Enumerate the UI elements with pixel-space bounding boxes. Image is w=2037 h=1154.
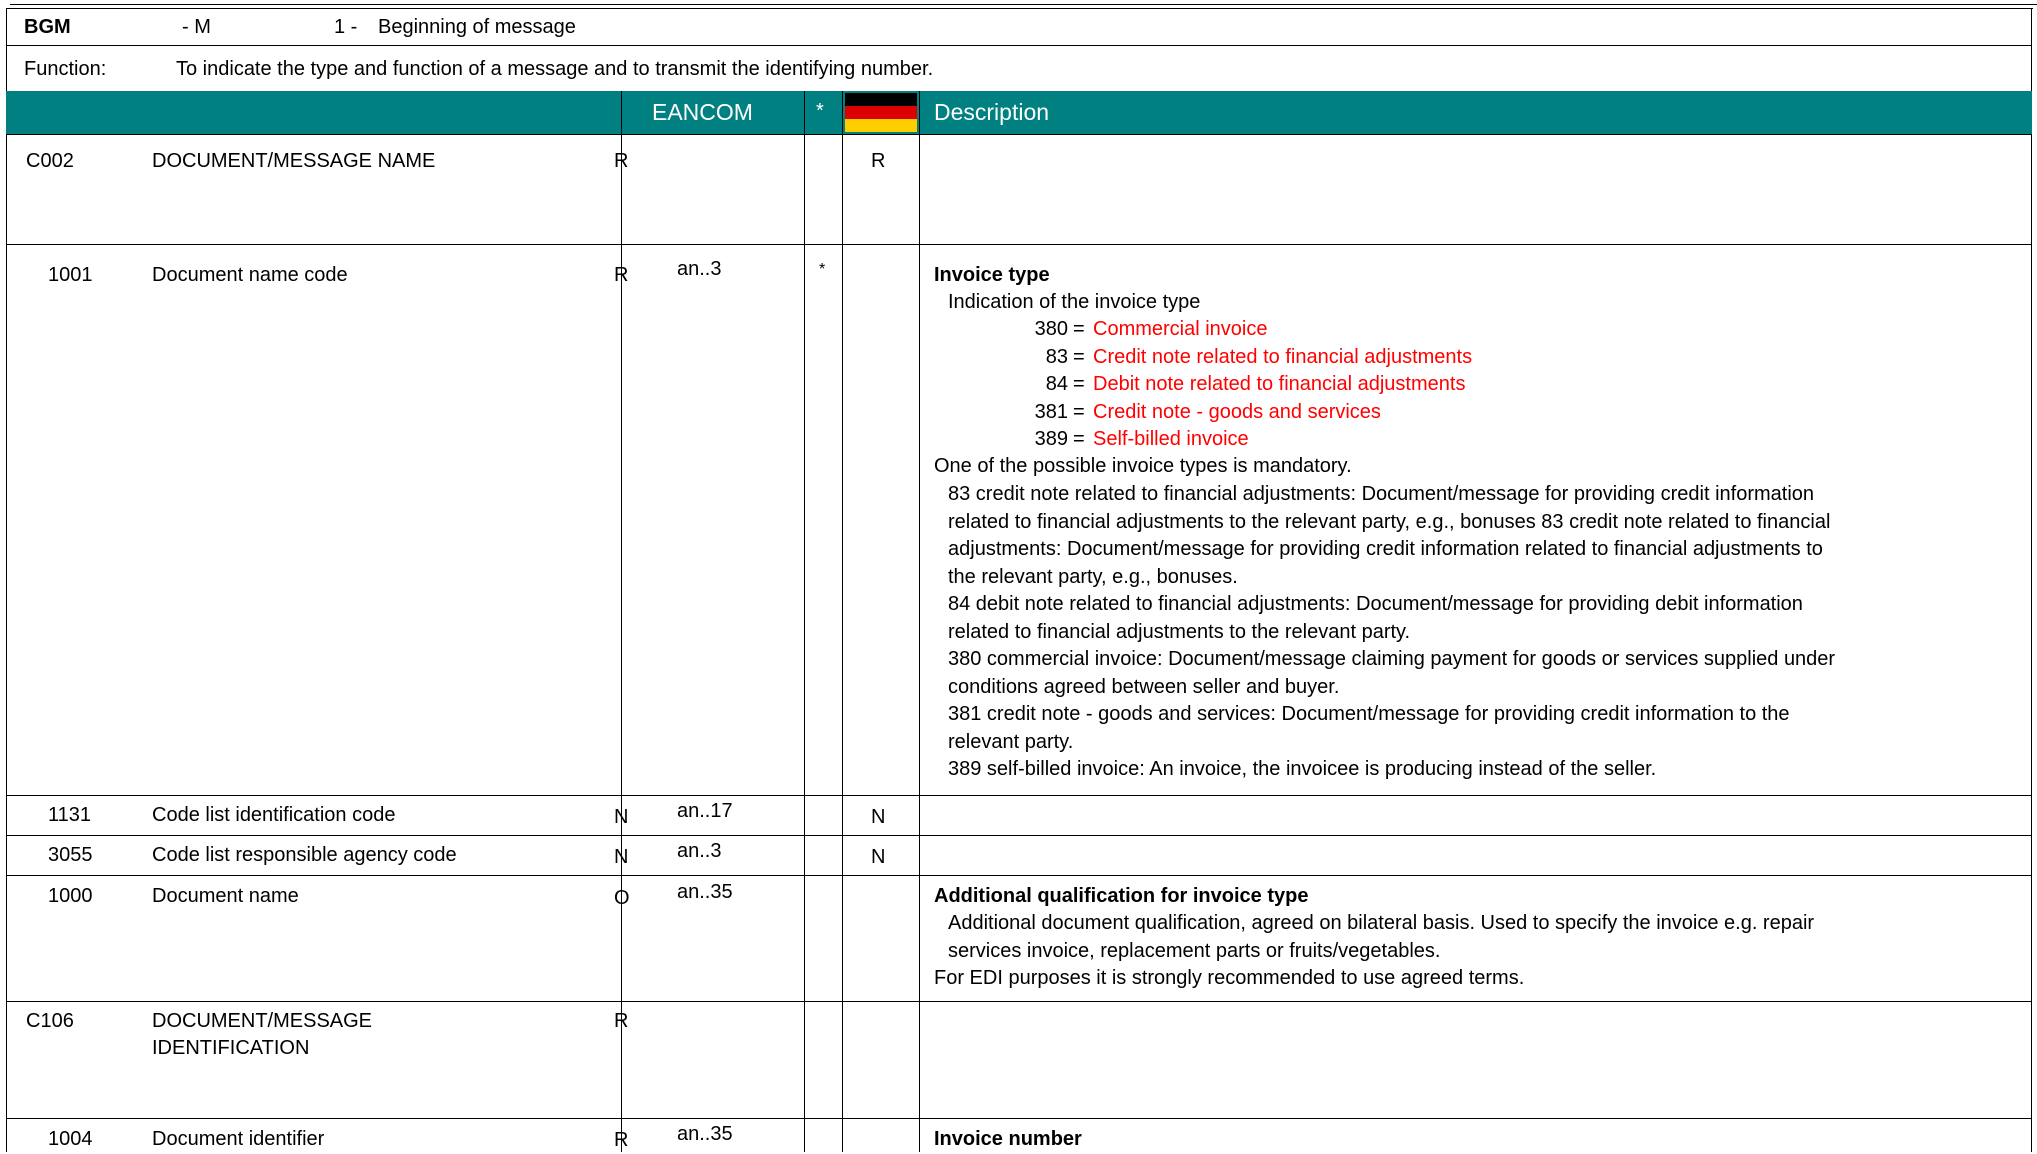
function-label: Function: xyxy=(24,58,107,80)
function-text: To indicate the type and function of a m… xyxy=(176,58,934,80)
code-label: Debit note related to financial adjustme… xyxy=(1093,373,1466,395)
german-flag-icon xyxy=(845,93,917,132)
desc-line: 84 debit note related to financial adjus… xyxy=(948,593,1803,615)
desc-title: Additional qualification for invoice typ… xyxy=(934,885,1309,907)
row-star: * xyxy=(819,261,826,278)
code-label: Credit note related to financial adjustm… xyxy=(1093,345,1473,368)
row-sep xyxy=(6,1001,2032,1002)
desc-line: relevant party. xyxy=(948,730,1074,753)
row-code: 1131 xyxy=(48,804,92,826)
col-line-eancom xyxy=(621,91,622,1152)
desc-line: adjustments: Document/message for provid… xyxy=(948,538,1823,560)
row-name: Document identifier xyxy=(152,1128,325,1150)
row-status: R xyxy=(614,1129,629,1151)
desc-line: 380 commercial invoice: Document/message… xyxy=(948,648,1836,670)
desc-title: Invoice type xyxy=(934,264,1050,286)
desc-line: 381 credit note - goods and services: Do… xyxy=(948,703,1790,725)
row-name: DOCUMENT/MESSAGE xyxy=(152,1010,373,1032)
row-status: O xyxy=(614,887,630,909)
desc-line: 83 credit note related to financial adju… xyxy=(948,483,1815,505)
row-status: R xyxy=(614,150,629,172)
row-code: 1000 xyxy=(48,885,93,907)
code-label: Self-billed invoice xyxy=(1093,428,1249,450)
row-sep xyxy=(6,795,2032,796)
segment-repeat: 1 - xyxy=(334,16,358,38)
desc-title: Invoice number xyxy=(934,1128,1082,1150)
row-code: 1001 xyxy=(48,264,93,286)
desc-line: related to financial adjustments to the … xyxy=(948,620,1411,643)
row-name-cont: IDENTIFICATION xyxy=(152,1037,310,1059)
header-eancom: EANCOM xyxy=(652,99,753,125)
row-format: an..3 xyxy=(677,258,722,280)
desc-line: Additional document qualification, agree… xyxy=(948,912,1815,934)
frame-top-line xyxy=(10,4,2037,5)
desc-line: conditions agreed between seller and buy… xyxy=(948,675,1340,698)
row-sep xyxy=(6,835,2032,836)
desc-line: services invoice, replacement parts or f… xyxy=(948,939,1441,962)
row-code: C106 xyxy=(26,1010,74,1032)
code-value: 389 xyxy=(1034,428,1068,450)
segment-name: Beginning of message xyxy=(378,16,576,38)
frame-right-line xyxy=(2031,8,2032,1152)
desc-note: One of the possible invoice types is man… xyxy=(934,455,1352,477)
row-de-status: N xyxy=(871,846,886,868)
col-line-desc xyxy=(919,91,920,1152)
segment-tag: BGM xyxy=(24,16,71,38)
row-status: R xyxy=(614,1010,629,1032)
row-code: 1004 xyxy=(48,1128,93,1150)
header-bottom-line xyxy=(6,134,2032,135)
row-name: DOCUMENT/MESSAGE NAME xyxy=(152,150,436,172)
desc-line: the relevant party, e.g., bonuses. xyxy=(948,565,1238,588)
divider xyxy=(6,45,2032,46)
row-name: Code list responsible agency code xyxy=(152,844,457,866)
row-status: R xyxy=(614,264,629,286)
row-code: 3055 xyxy=(48,844,93,866)
row-de-status: R xyxy=(871,150,886,172)
header-description: Description xyxy=(934,99,1050,125)
code-value: 83 xyxy=(1045,345,1068,368)
frame-left-line xyxy=(6,8,7,1152)
row-name: Document name code xyxy=(152,264,348,286)
col-line-flag xyxy=(842,91,843,1152)
row-code: C002 xyxy=(26,150,74,172)
frame-top-line-inner xyxy=(6,8,2033,9)
row-sep xyxy=(6,875,2032,876)
code-label: Credit note - goods and services xyxy=(1093,400,1381,423)
desc-note: For EDI purposes it is strongly recommen… xyxy=(934,967,1525,989)
row-status: N xyxy=(614,846,629,868)
code-value: 381 xyxy=(1034,400,1068,423)
row-sep xyxy=(6,1118,2032,1119)
row-name: Code list identification code xyxy=(152,804,396,826)
code-value: 84 xyxy=(1045,373,1068,395)
row-format: an..17 xyxy=(677,800,733,822)
header-star: * xyxy=(816,100,824,122)
row-status: N xyxy=(614,806,629,828)
code-label: Commercial invoice xyxy=(1093,318,1268,340)
row-format: an..35 xyxy=(677,1123,733,1145)
desc-line: 389 self-billed invoice: An invoice, the… xyxy=(948,758,1657,780)
code-value: 380 xyxy=(1034,318,1068,340)
row-format: an..35 xyxy=(677,881,733,903)
row-de-status: N xyxy=(871,806,886,828)
desc-subtitle: Indication of the invoice type xyxy=(948,291,1201,313)
row-name: Document name xyxy=(152,885,299,907)
row-format: an..3 xyxy=(677,840,722,862)
col-line-star xyxy=(804,91,805,1152)
desc-line: related to financial adjustments to the … xyxy=(948,510,1831,533)
row-sep xyxy=(6,244,2032,245)
segment-status: - M xyxy=(182,16,211,38)
